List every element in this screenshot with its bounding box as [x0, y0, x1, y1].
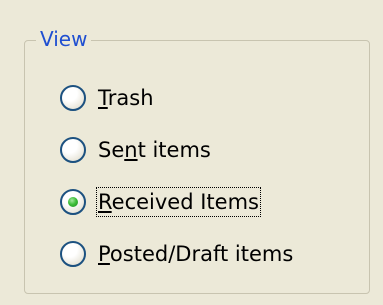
label-text: t items: [137, 138, 211, 162]
radio-label-posted-draft-items: Posted/Draft items: [96, 239, 295, 269]
groupbox-title: View: [36, 25, 92, 53]
radio-button-icon[interactable]: [60, 241, 86, 267]
label-text: eceived Items: [111, 190, 259, 214]
radio-label-received-items: Received Items: [96, 187, 261, 217]
mnemonic-letter: P: [98, 242, 110, 266]
mnemonic-letter: R: [98, 190, 112, 214]
radio-button-icon-selected[interactable]: [60, 189, 86, 215]
radio-button-icon[interactable]: [60, 137, 86, 163]
radio-label-sent-items: Sent items: [96, 135, 213, 165]
label-text: osted/Draft items: [109, 242, 294, 266]
radio-option-posted-draft-items[interactable]: Posted/Draft items: [60, 238, 295, 270]
radio-option-sent-items[interactable]: Sent items: [60, 134, 213, 166]
label-text: rash: [107, 86, 154, 110]
radio-option-received-items[interactable]: Received Items: [60, 186, 261, 218]
mnemonic-letter: n: [124, 138, 138, 162]
radio-selected-dot: [68, 197, 78, 207]
view-panel: View Trash Sent items Received Items Pos…: [0, 0, 383, 305]
mnemonic-letter: T: [98, 86, 108, 110]
radio-option-trash[interactable]: Trash: [60, 82, 156, 114]
label-text: Se: [98, 138, 125, 162]
radio-button-icon[interactable]: [60, 85, 86, 111]
radio-label-trash: Trash: [96, 83, 156, 113]
